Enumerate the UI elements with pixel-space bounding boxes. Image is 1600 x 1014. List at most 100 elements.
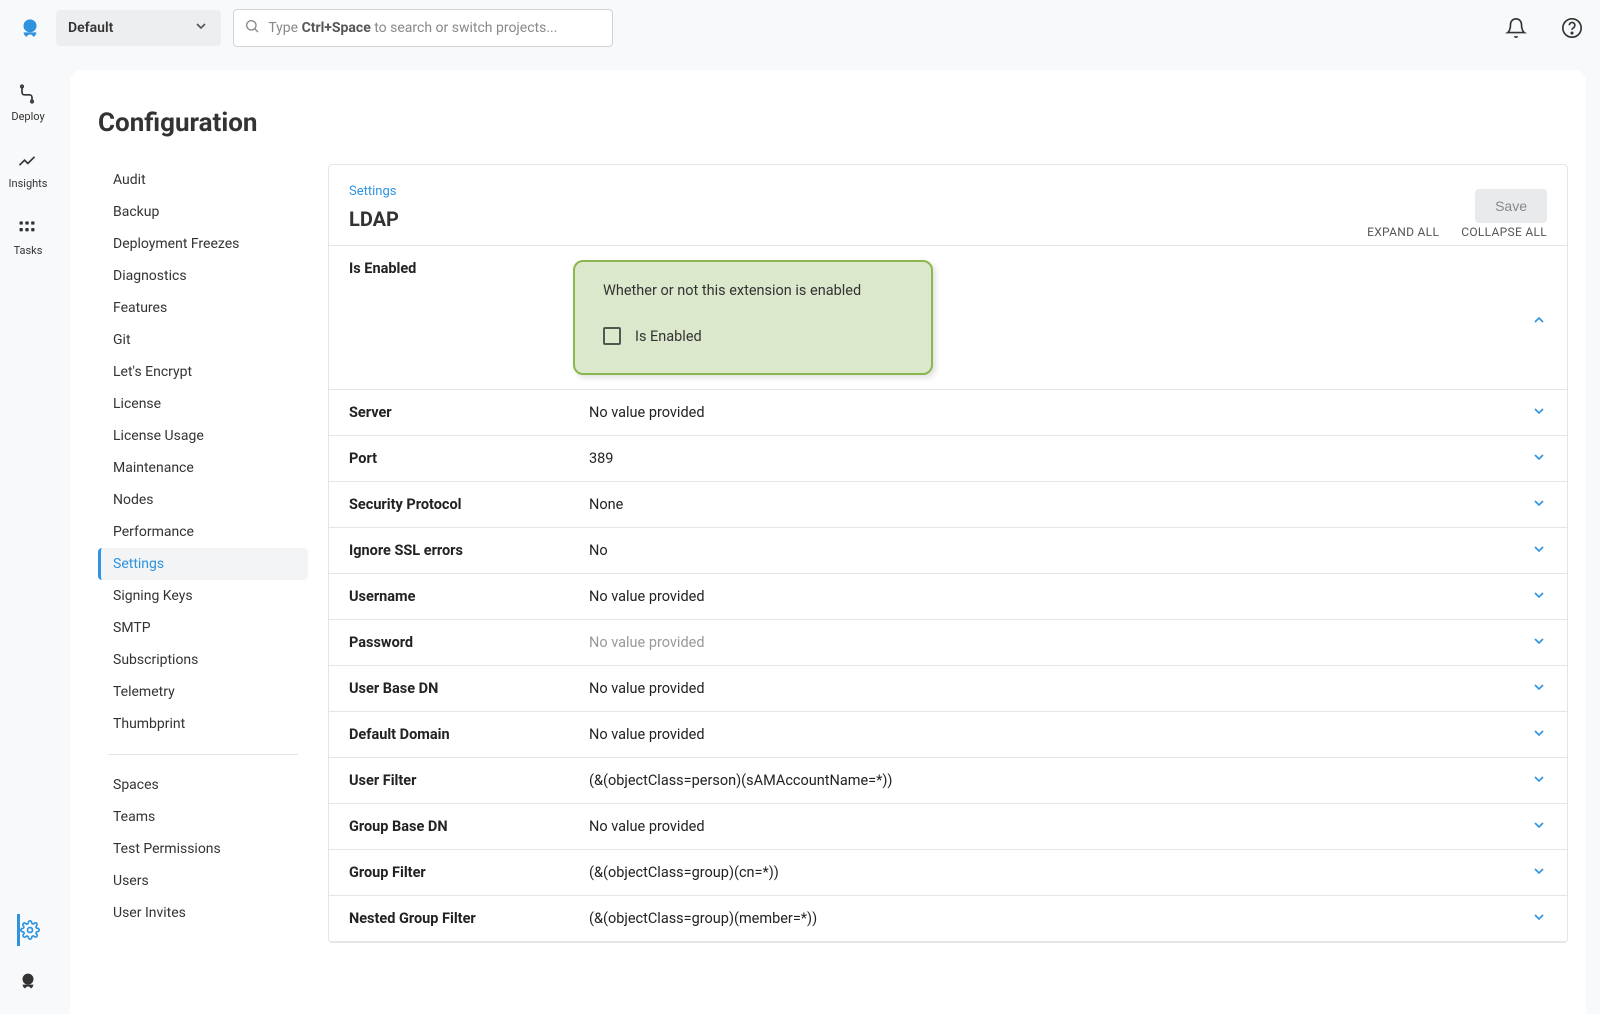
chevron-down-icon[interactable] bbox=[1531, 725, 1547, 745]
is-enabled-checkbox[interactable] bbox=[603, 327, 621, 345]
notifications-icon[interactable] bbox=[1504, 16, 1528, 40]
sidebar-item-subscriptions[interactable]: Subscriptions bbox=[98, 644, 308, 676]
setting-row-ignore-ssl-errors[interactable]: Ignore SSL errorsNo bbox=[329, 528, 1567, 574]
sidebar-item-signing-keys[interactable]: Signing Keys bbox=[98, 580, 308, 612]
setting-row-username[interactable]: UsernameNo value provided bbox=[329, 574, 1567, 620]
setting-label: Server bbox=[349, 404, 589, 421]
expand-all-button[interactable]: EXPAND ALL bbox=[1367, 225, 1439, 239]
setting-label: Username bbox=[349, 588, 589, 605]
sidebar-item-thumbprint[interactable]: Thumbprint bbox=[98, 708, 308, 740]
sidebar-item-settings[interactable]: Settings bbox=[98, 548, 308, 580]
chevron-down-icon[interactable] bbox=[1531, 541, 1547, 561]
setting-row-default-domain[interactable]: Default DomainNo value provided bbox=[329, 712, 1567, 758]
chevron-down-icon[interactable] bbox=[1531, 817, 1547, 837]
rail-label: Deploy bbox=[11, 110, 44, 123]
setting-label: User Base DN bbox=[349, 680, 589, 697]
setting-label: Default Domain bbox=[349, 726, 589, 743]
setting-value: (&(objectClass=person)(sAMAccountName=*)… bbox=[589, 772, 1547, 789]
nav-rail: Deploy Insights Tasks bbox=[0, 56, 56, 1014]
rail-octopus-icon[interactable] bbox=[17, 970, 39, 996]
rail-item-tasks[interactable]: Tasks bbox=[14, 218, 43, 257]
setting-row-nested-group-filter[interactable]: Nested Group Filter(&(objectClass=group)… bbox=[329, 896, 1567, 942]
setting-value: No bbox=[589, 542, 1547, 559]
sidebar-item-performance[interactable]: Performance bbox=[98, 516, 308, 548]
setting-row-group-base-dn[interactable]: Group Base DNNo value provided bbox=[329, 804, 1567, 850]
setting-label: Security Protocol bbox=[349, 496, 589, 513]
sidebar-group-2: SpacesTeamsTest PermissionsUsersUser Inv… bbox=[98, 769, 308, 929]
setting-label: Group Filter bbox=[349, 864, 589, 881]
save-button[interactable]: Save bbox=[1475, 189, 1547, 223]
setting-row-is-enabled: Is Enabled Whether or not this extension… bbox=[329, 246, 1567, 390]
chevron-up-icon[interactable] bbox=[1531, 308, 1547, 328]
sidebar-item-nodes[interactable]: Nodes bbox=[98, 484, 308, 516]
setting-value: No value provided bbox=[589, 818, 1547, 835]
setting-label: Is Enabled bbox=[349, 260, 589, 277]
setting-row-password[interactable]: PasswordNo value provided bbox=[329, 620, 1567, 666]
space-selector[interactable]: Default bbox=[56, 10, 221, 46]
search-placeholder: Type Ctrl+Space to search or switch proj… bbox=[268, 20, 557, 36]
rail-item-insights[interactable]: Insights bbox=[9, 151, 48, 190]
sidebar-item-spaces[interactable]: Spaces bbox=[98, 769, 308, 801]
sidebar-item-features[interactable]: Features bbox=[98, 292, 308, 324]
chevron-down-icon[interactable] bbox=[1531, 909, 1547, 929]
sidebar-item-teams[interactable]: Teams bbox=[98, 801, 308, 833]
setting-label: Ignore SSL errors bbox=[349, 542, 589, 559]
sidebar-item-user-invites[interactable]: User Invites bbox=[98, 897, 308, 929]
sidebar-item-license[interactable]: License bbox=[98, 388, 308, 420]
setting-value: 389 bbox=[589, 450, 1547, 467]
rail-label: Tasks bbox=[14, 244, 43, 257]
setting-label: Group Base DN bbox=[349, 818, 589, 835]
sidebar-item-git[interactable]: Git bbox=[98, 324, 308, 356]
setting-row-server[interactable]: ServerNo value provided bbox=[329, 390, 1567, 436]
setting-value: None bbox=[589, 496, 1547, 513]
app-logo[interactable] bbox=[16, 14, 44, 42]
setting-label: Password bbox=[349, 634, 589, 651]
setting-row-security-protocol[interactable]: Security ProtocolNone bbox=[329, 482, 1567, 528]
topbar: Default Type Ctrl+Space to search or swi… bbox=[0, 0, 1600, 56]
checkbox-label: Is Enabled bbox=[635, 328, 702, 345]
setting-description: Whether or not this extension is enabled bbox=[603, 282, 903, 299]
setting-row-group-filter[interactable]: Group Filter(&(objectClass=group)(cn=*)) bbox=[329, 850, 1567, 896]
sidebar-item-backup[interactable]: Backup bbox=[98, 196, 308, 228]
chevron-down-icon bbox=[193, 18, 209, 38]
page-title: Configuration bbox=[98, 108, 1558, 138]
collapse-all-button[interactable]: COLLAPSE ALL bbox=[1461, 225, 1547, 239]
chevron-down-icon[interactable] bbox=[1531, 679, 1547, 699]
deploy-icon bbox=[17, 84, 39, 106]
setting-value: No value provided bbox=[589, 634, 1547, 651]
sidebar-item-users[interactable]: Users bbox=[98, 865, 308, 897]
chevron-down-icon[interactable] bbox=[1531, 863, 1547, 883]
setting-label: Port bbox=[349, 450, 589, 467]
chevron-down-icon[interactable] bbox=[1531, 771, 1547, 791]
sidebar-item-license-usage[interactable]: License Usage bbox=[98, 420, 308, 452]
space-label: Default bbox=[68, 20, 113, 36]
chevron-down-icon[interactable] bbox=[1531, 403, 1547, 423]
setting-value: No value provided bbox=[589, 726, 1547, 743]
setting-value: (&(objectClass=group)(cn=*)) bbox=[589, 864, 1547, 881]
sidebar-item-test-permissions[interactable]: Test Permissions bbox=[98, 833, 308, 865]
sidebar-item-smtp[interactable]: SMTP bbox=[98, 612, 308, 644]
help-icon[interactable] bbox=[1560, 16, 1584, 40]
rail-settings-icon[interactable] bbox=[17, 914, 40, 946]
setting-row-user-filter[interactable]: User Filter(&(objectClass=person)(sAMAcc… bbox=[329, 758, 1567, 804]
sidebar-item-audit[interactable]: Audit bbox=[98, 164, 308, 196]
sidebar-item-deployment-freezes[interactable]: Deployment Freezes bbox=[98, 228, 308, 260]
rail-item-deploy[interactable]: Deploy bbox=[11, 84, 44, 123]
sidebar-item-let-s-encrypt[interactable]: Let's Encrypt bbox=[98, 356, 308, 388]
chevron-down-icon[interactable] bbox=[1531, 633, 1547, 653]
breadcrumb-settings[interactable]: Settings bbox=[349, 184, 396, 199]
setting-row-port[interactable]: Port389 bbox=[329, 436, 1567, 482]
sidebar-item-telemetry[interactable]: Telemetry bbox=[98, 676, 308, 708]
insights-icon bbox=[17, 151, 39, 173]
sidebar-item-diagnostics[interactable]: Diagnostics bbox=[98, 260, 308, 292]
chevron-down-icon[interactable] bbox=[1531, 587, 1547, 607]
sidebar-item-maintenance[interactable]: Maintenance bbox=[98, 452, 308, 484]
setting-row-user-base-dn[interactable]: User Base DNNo value provided bbox=[329, 666, 1567, 712]
is-enabled-highlight: Whether or not this extension is enabled… bbox=[573, 260, 933, 375]
settings-panel: Settings LDAP Save EXPAND ALL COLLAPSE A… bbox=[328, 164, 1568, 943]
setting-label: Nested Group Filter bbox=[349, 910, 589, 927]
search-box[interactable]: Type Ctrl+Space to search or switch proj… bbox=[233, 9, 613, 47]
chevron-down-icon[interactable] bbox=[1531, 449, 1547, 469]
setting-value: (&(objectClass=group)(member=*)) bbox=[589, 910, 1547, 927]
chevron-down-icon[interactable] bbox=[1531, 495, 1547, 515]
